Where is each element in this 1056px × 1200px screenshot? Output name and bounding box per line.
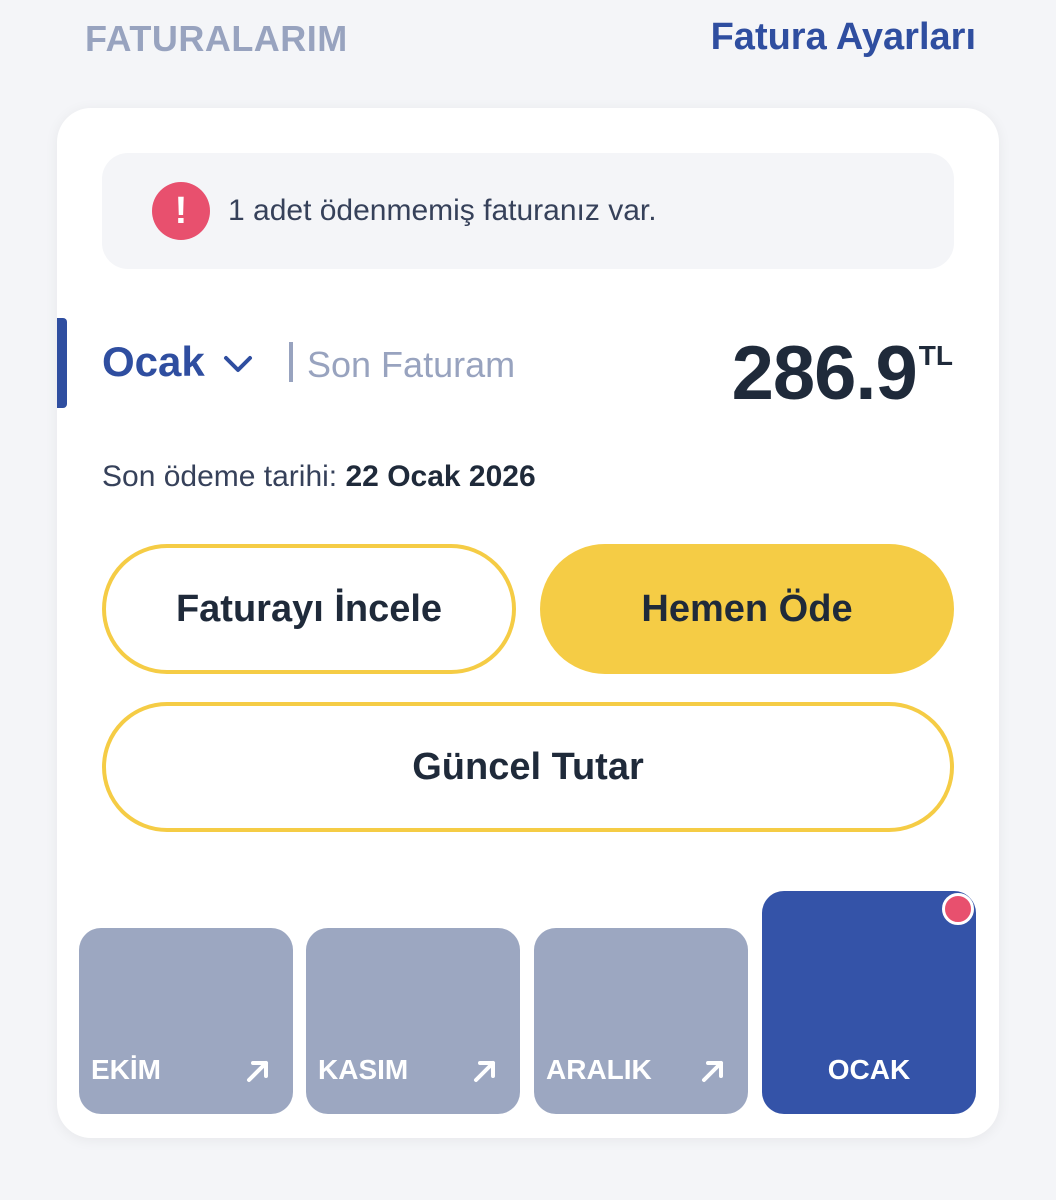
selected-month-label: Ocak xyxy=(102,338,205,385)
month-dropdown[interactable]: Ocak xyxy=(102,338,253,386)
chevron-down-icon xyxy=(223,356,252,372)
month-tile-ocak[interactable]: OCAK xyxy=(762,891,976,1114)
last-invoice-label: Son Faturam xyxy=(307,344,516,385)
month-tile-label: KASIM xyxy=(318,1054,409,1085)
unpaid-invoice-alert: ! 1 adet ödenmemiş faturanız var. xyxy=(102,153,954,269)
currency-label: TL xyxy=(918,340,953,371)
alert-text: 1 adet ödenmemiş faturanız var. xyxy=(228,194,657,227)
due-date-value: 22 Ocak 2026 xyxy=(345,460,536,493)
month-tile-ekim[interactable]: EKİM xyxy=(79,928,293,1114)
month-tile-label: EKİM xyxy=(91,1054,161,1085)
arrow-up-right-icon xyxy=(702,1061,723,1082)
page-title: FATURALARIM xyxy=(85,18,348,59)
pay-now-button[interactable]: Hemen Öde xyxy=(540,544,954,674)
due-date-label: Son ödeme tarihi: xyxy=(102,460,338,493)
review-invoice-button[interactable]: Faturayı İncele xyxy=(102,544,516,674)
exclamation-icon: ! xyxy=(152,182,210,240)
current-amount-button[interactable]: Güncel Tutar xyxy=(102,702,954,832)
month-tile-label: OCAK xyxy=(827,1054,911,1085)
invoice-amount: 286.9 TL xyxy=(732,330,953,417)
month-tile-label: ARALIK xyxy=(546,1054,652,1085)
arrow-up-right-icon xyxy=(247,1061,268,1082)
invoice-card: ! 1 adet ödenmemiş faturanız var. Ocak S… xyxy=(57,108,999,1138)
unpaid-dot-indicator xyxy=(942,893,974,925)
month-tile-kasim[interactable]: KASIM xyxy=(306,928,520,1114)
divider xyxy=(289,342,293,382)
selection-accent-bar xyxy=(57,318,67,408)
arrow-up-right-icon xyxy=(474,1061,495,1082)
due-date-row: Son ödeme tarihi: 22 Ocak 2026 xyxy=(102,460,536,494)
invoice-settings-link[interactable]: Fatura Ayarları xyxy=(711,16,976,59)
amount-value: 286.9 xyxy=(731,331,918,416)
month-tile-aralik[interactable]: ARALIK xyxy=(534,928,748,1114)
